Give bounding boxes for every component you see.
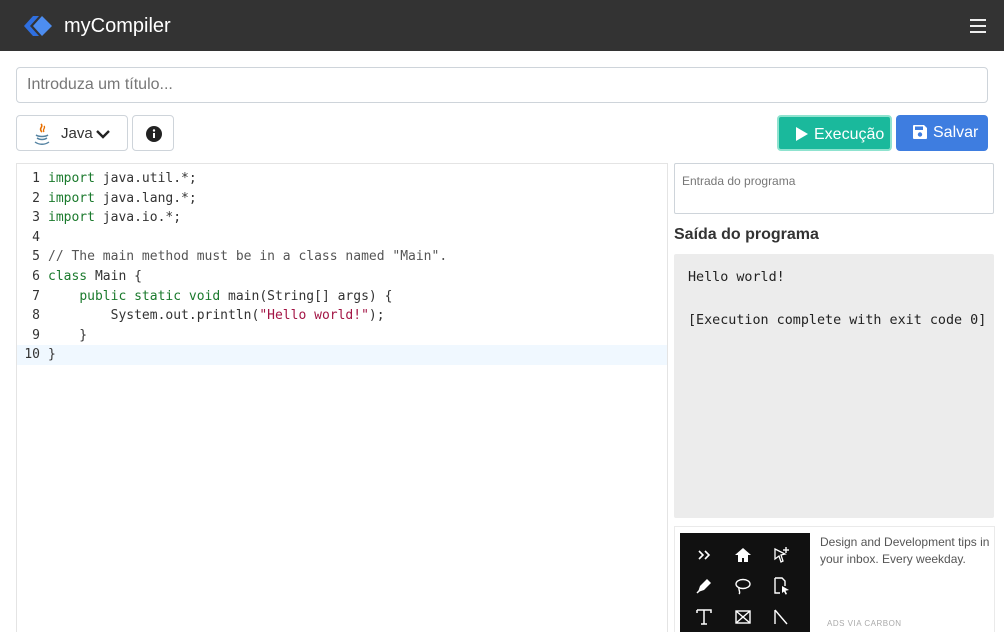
file-cursor-icon	[774, 577, 789, 595]
code-text: public static void main(String[] args) {	[79, 288, 393, 304]
ad-text[interactable]: Design and Development tips in your inbo…	[820, 534, 992, 568]
code-line: 4	[17, 228, 667, 248]
program-input[interactable]	[674, 163, 994, 214]
pen-icon	[696, 579, 711, 594]
line-number: 9	[32, 327, 40, 343]
ad-image[interactable]	[680, 533, 810, 632]
carbon-ad[interactable]: Design and Development tips in your inbo…	[674, 526, 995, 632]
code-text: import java.util.*;	[48, 171, 197, 186]
line-number: 3	[32, 210, 40, 226]
hamburger-menu-icon[interactable]	[966, 15, 990, 37]
code-line: 5 // The main method must be in a class …	[17, 247, 667, 267]
output-line: [Execution complete with exit code 0]	[688, 313, 987, 328]
code-line: 9 }	[17, 326, 667, 346]
code-text: }	[48, 327, 88, 343]
angle-icon	[774, 609, 788, 625]
frame-icon	[735, 610, 751, 624]
line-number: 2	[32, 190, 40, 206]
code-line: 6 class Main {	[17, 267, 667, 287]
lasso-icon	[735, 578, 751, 595]
line-number: 10	[24, 347, 40, 363]
info-button[interactable]	[132, 115, 174, 151]
language-select-button[interactable]: Java	[16, 115, 128, 151]
home-icon	[735, 548, 751, 562]
info-icon	[146, 126, 162, 142]
line-number: 4	[32, 229, 40, 245]
title-input[interactable]	[16, 67, 988, 103]
output-title: Saída do programa	[674, 226, 819, 243]
code-editor[interactable]: 1 import java.util.*; 2 import java.lang…	[16, 163, 668, 632]
line-number: 8	[32, 308, 40, 324]
line-number: 6	[32, 269, 40, 284]
line-number: 1	[32, 171, 40, 186]
save-button[interactable]: Salvar	[896, 115, 988, 151]
app-name[interactable]: myCompiler	[64, 13, 171, 39]
mycompiler-logo-icon[interactable]	[22, 13, 54, 39]
chevron-down-icon	[96, 130, 110, 139]
output-panel: Hello world! [Execution complete with ex…	[674, 254, 994, 518]
code-text: }	[48, 347, 56, 363]
java-icon	[34, 123, 50, 145]
code-line: 7 public static void main(String[] args)…	[17, 287, 667, 307]
output-line: Hello world!	[688, 270, 785, 285]
code-text: import java.io.*;	[48, 210, 182, 226]
cursor-plus-icon	[774, 547, 789, 563]
code-line: 1 import java.util.*;	[17, 169, 667, 189]
code-line: 8 System.out.println("Hello world!");	[17, 306, 667, 326]
play-icon	[796, 127, 808, 141]
save-button-label: Salvar	[933, 124, 979, 141]
run-button-label: Execução	[814, 126, 885, 143]
code-line: 3 import java.io.*;	[17, 208, 667, 228]
code-text: class Main {	[48, 269, 142, 284]
navbar: myCompiler	[0, 0, 1004, 51]
floppy-disk-icon	[913, 125, 927, 139]
run-button[interactable]: Execução	[777, 115, 892, 151]
code-line-active: 10 }	[17, 345, 667, 365]
line-number: 7	[32, 288, 40, 304]
line-number: 5	[32, 249, 40, 265]
code-text: System.out.println("Hello world!");	[48, 308, 385, 324]
code-comment: // The main method must be in a class na…	[48, 249, 448, 265]
code-text: import java.lang.*;	[48, 190, 197, 206]
text-tool-icon	[696, 609, 712, 625]
chevrons-right-icon	[698, 550, 711, 560]
ads-via-carbon-link[interactable]: ADS VIA CARBON	[827, 619, 902, 628]
language-label: Java	[61, 125, 93, 142]
code-line: 2 import java.lang.*;	[17, 189, 667, 209]
